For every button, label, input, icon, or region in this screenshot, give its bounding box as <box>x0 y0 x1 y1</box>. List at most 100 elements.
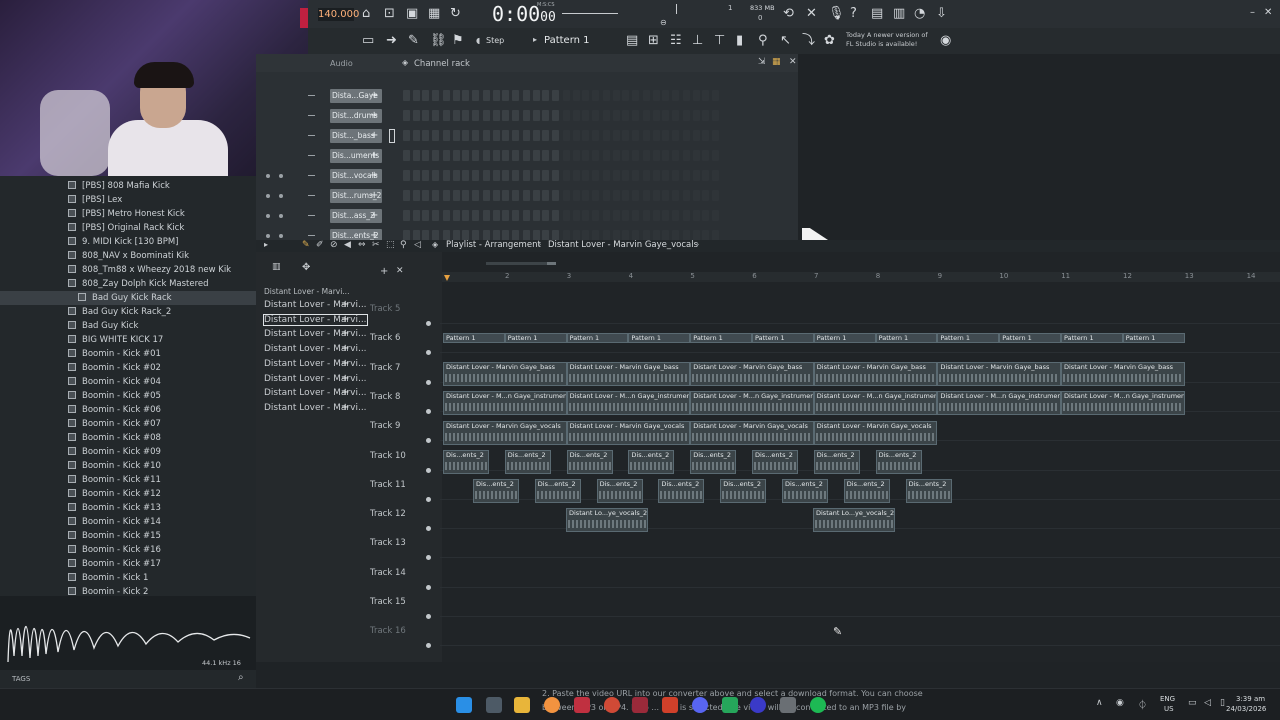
picker-item[interactable]: Distant Lover - Marvi... <box>264 403 367 413</box>
step-button[interactable] <box>443 190 450 201</box>
step-button[interactable] <box>551 110 559 121</box>
step-button[interactable] <box>502 110 509 121</box>
step-button[interactable] <box>622 110 629 121</box>
step-button[interactable] <box>711 150 719 161</box>
step-button[interactable] <box>431 110 439 121</box>
picker-item-add-icon[interactable]: + <box>341 358 349 369</box>
clock-time[interactable]: 3:39 am <box>1236 695 1265 703</box>
start-icon[interactable] <box>456 697 472 713</box>
track-mute-button[interactable] <box>426 584 431 590</box>
pattern-clip[interactable]: Pattern 1 <box>566 333 629 343</box>
step-button[interactable] <box>492 190 500 201</box>
stamp-icon[interactable]: ⚑ <box>452 34 464 48</box>
channel-pan-knob[interactable] <box>308 215 315 216</box>
track-label[interactable]: Track 14 <box>370 567 430 579</box>
step-button[interactable] <box>403 110 410 121</box>
pattern-clip[interactable]: Pattern 1 <box>1122 333 1185 343</box>
close-channel-rack-icon[interactable]: ✕ <box>789 57 797 67</box>
picker-item-add-icon[interactable]: + <box>341 402 349 413</box>
step-button[interactable] <box>572 110 580 121</box>
channel-mute-led[interactable] <box>266 194 270 198</box>
step-button[interactable] <box>662 130 669 141</box>
step-button[interactable] <box>403 190 410 201</box>
browser-item[interactable]: Boomin - Kick #10 <box>68 459 161 473</box>
step-button[interactable] <box>403 170 410 181</box>
channel-pan-knob[interactable] <box>308 115 315 116</box>
step-button[interactable] <box>502 130 509 141</box>
news-line-2[interactable]: FL Studio is available! <box>846 40 917 48</box>
step-button[interactable] <box>643 190 650 201</box>
step-button[interactable] <box>551 90 559 101</box>
graph-editor-icon[interactable]: ⇲ <box>758 57 766 67</box>
audio-clip-vocals-2[interactable]: Distant Lo...ye_vocals_2 <box>566 508 648 532</box>
audio-clip-instruments-2[interactable]: Dis...ents_2 <box>658 479 705 503</box>
step-button[interactable] <box>622 170 629 181</box>
pattern-clip[interactable]: Pattern 1 <box>999 333 1061 343</box>
wait-icon[interactable]: ▣ <box>406 7 418 21</box>
step-button[interactable] <box>502 170 509 181</box>
step-button[interactable] <box>591 150 599 161</box>
step-button[interactable] <box>603 190 610 201</box>
play-icon[interactable]: ▸ <box>264 240 268 249</box>
browser-item[interactable]: 808_Zay Dolph Kick Mastered <box>68 277 209 291</box>
track-mute-button[interactable] <box>426 321 431 326</box>
picker-item[interactable]: Distant Lover - Marvi... <box>264 344 367 354</box>
step-button[interactable] <box>492 170 500 181</box>
audio-clip-instruments-2[interactable]: Dis...ents_2 <box>504 450 551 474</box>
step-button[interactable] <box>652 170 660 181</box>
step-button[interactable] <box>671 170 679 181</box>
picker-item-add-icon[interactable]: + <box>341 299 349 310</box>
step-button[interactable] <box>563 150 570 161</box>
step-button[interactable] <box>523 110 530 121</box>
browser-item[interactable]: BIG WHITE KICK 17 <box>68 333 163 347</box>
browser-item[interactable]: Boomin - Kick #13 <box>68 501 161 515</box>
step-button[interactable] <box>631 130 639 141</box>
step-button[interactable] <box>471 170 479 181</box>
step-button[interactable] <box>702 130 709 141</box>
audio-clip-bass[interactable]: Distant Lover - Marvin Gaye_bass <box>813 362 938 386</box>
audio-clip-bass[interactable]: Distant Lover - Marvin Gaye_bass <box>937 362 1061 386</box>
tools-icon[interactable]: ✿ <box>824 34 835 48</box>
step-button[interactable] <box>431 190 439 201</box>
step-button[interactable] <box>511 170 519 181</box>
fl-studio-icon[interactable] <box>544 697 560 713</box>
pattern-clip[interactable]: Pattern 1 <box>875 333 938 343</box>
browser-item[interactable]: Bad Guy Kick <box>68 319 138 333</box>
step-button[interactable] <box>422 90 429 101</box>
step-button[interactable] <box>443 130 450 141</box>
audio-clip-instruments-2[interactable]: Dis...ents_2 <box>473 479 519 503</box>
channel-rack-menu-icon[interactable]: ◈ <box>402 58 408 67</box>
track-label[interactable]: Track 8 <box>370 391 430 403</box>
step-button[interactable] <box>683 210 690 221</box>
browser-item[interactable]: 808_Tm88 x Wheezy 2018 new Kik <box>68 263 231 277</box>
app-green-icon[interactable] <box>722 697 738 713</box>
step-button[interactable] <box>662 170 669 181</box>
audio-clip-instruments-2[interactable]: Dis...ents_2 <box>905 479 952 503</box>
step-button[interactable] <box>422 110 429 121</box>
step-button[interactable] <box>452 130 460 141</box>
step-button[interactable] <box>643 150 650 161</box>
step-button[interactable] <box>551 150 559 161</box>
picker-item-add-icon[interactable]: + <box>341 328 349 339</box>
download-icon[interactable]: ⇩ <box>936 7 947 21</box>
step-button[interactable] <box>462 190 469 201</box>
step-button[interactable] <box>403 130 410 141</box>
step-button[interactable] <box>542 210 549 221</box>
browser-item[interactable]: Boomin - Kick #11 <box>68 473 161 487</box>
channel-volume-knob[interactable] <box>279 214 283 218</box>
metronome-icon[interactable]: ⌂ <box>362 7 370 21</box>
step-button[interactable] <box>523 90 530 101</box>
audio-clip-instruments[interactable]: Distant Lover - M...n Gaye_instruments <box>443 391 567 415</box>
audio-clip-vocals[interactable]: Distant Lover - Marvin Gaye_vocals <box>443 421 567 445</box>
step-button[interactable] <box>462 130 469 141</box>
track-label[interactable]: Track 6 <box>370 332 430 344</box>
step-button[interactable] <box>452 90 460 101</box>
remove-track-icon[interactable]: ✕ <box>396 266 404 276</box>
step-button[interactable] <box>502 190 509 201</box>
volume-icon[interactable]: ◁ <box>1204 698 1211 708</box>
channel-volume-knob[interactable] <box>279 174 283 178</box>
record-mode-icon[interactable]: ⊡ <box>384 7 395 21</box>
draw-icon[interactable]: ✎ <box>408 34 419 48</box>
step-button[interactable] <box>711 110 719 121</box>
mixer-icon[interactable]: ☷ <box>670 34 682 48</box>
